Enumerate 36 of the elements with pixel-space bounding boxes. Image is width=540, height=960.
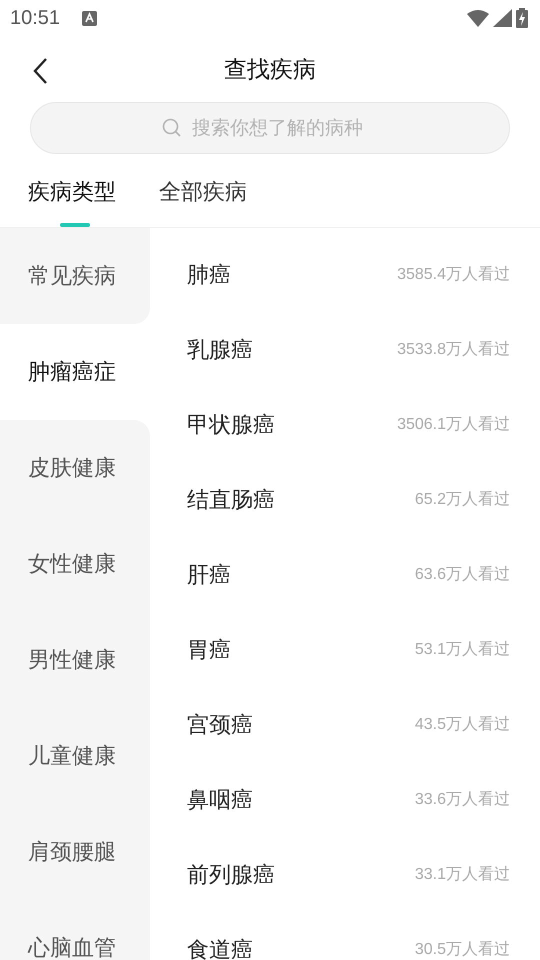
disease-name[interactable]: 肝癌 (187, 560, 231, 590)
disease-name[interactable]: 宫颈癌 (187, 710, 253, 740)
view-count: 65.2万人看过 (414, 490, 510, 510)
category-item[interactable]: 女性健康 (0, 516, 150, 612)
category-item[interactable]: 男性健康 (0, 612, 150, 708)
disease-name[interactable]: 前列腺癌 (187, 860, 275, 890)
keyboard-notification-icon (82, 10, 98, 26)
view-count: 33.6万人看过 (414, 790, 510, 810)
disease-name[interactable]: 鼻咽癌 (187, 784, 253, 814)
disease-name[interactable]: 乳腺癌 (187, 334, 253, 364)
view-count: 3506.1万人看过 (397, 414, 510, 435)
category-tab[interactable]: 疾病类型 (0, 157, 150, 227)
view-count: 43.5万人看过 (414, 714, 510, 735)
category-tab[interactable]: 全部疾病 (159, 157, 247, 227)
view-count: 63.6万人看过 (414, 564, 510, 585)
view-count: 30.5万人看过 (414, 940, 510, 960)
status-time: 10:51 (10, 6, 60, 30)
disease-name[interactable]: 甲状腺癌 (187, 410, 275, 440)
view-count: 3585.4万人看过 (397, 264, 510, 285)
view-count: 3533.8万人看过 (397, 340, 510, 360)
page-title: 查找疾病 (224, 56, 316, 84)
disease-name[interactable]: 肺癌 (187, 260, 231, 290)
category-item[interactable]: 心脑血管 (0, 900, 150, 960)
category-item[interactable]: 皮肤健康 (0, 420, 150, 516)
view-count: 33.1万人看过 (414, 864, 510, 885)
category-item[interactable]: 儿童健康 (0, 708, 150, 804)
category-item[interactable]: 肩颈腰腿 (0, 804, 150, 900)
disease-name[interactable]: 胃癌 (187, 634, 231, 664)
battery-charging-icon (516, 8, 528, 28)
signal-icon (493, 9, 512, 27)
category-item[interactable]: 常见疾病 (0, 228, 150, 324)
view-count: 53.1万人看过 (414, 640, 510, 660)
disease-name[interactable]: 结直肠癌 (187, 484, 275, 514)
disease-name[interactable]: 食道癌 (187, 934, 253, 960)
search-field[interactable]: 搜索你想了解的病种 (30, 102, 510, 154)
wifi-icon (467, 9, 489, 27)
